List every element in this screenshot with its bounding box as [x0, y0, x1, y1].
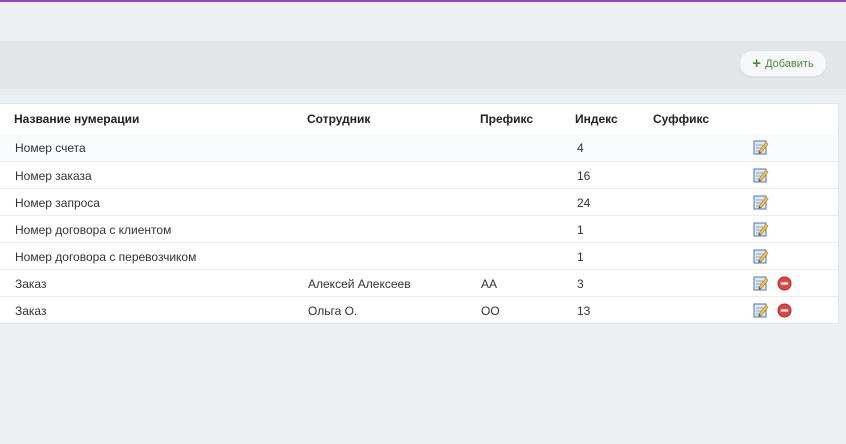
column-header-prefix[interactable]: Префикс: [480, 112, 533, 126]
numbering-table: Название нумерации Сотрудник Префикс Инд…: [0, 103, 839, 324]
edit-icon[interactable]: [753, 194, 769, 210]
column-header-name[interactable]: Название нумерации: [14, 112, 139, 126]
table-body: Номер счета 4 Номер заказа 16 Номер запроса 2…: [0, 134, 838, 323]
toolbar-shadow-band: [0, 89, 846, 95]
column-header-suffix[interactable]: Суффикс: [653, 112, 709, 126]
table-row: Номер договора с клиентом 1: [0, 215, 838, 242]
plus-icon: +: [752, 55, 762, 72]
delete-icon[interactable]: [777, 276, 792, 291]
add-button-label: Добавить: [765, 57, 814, 70]
edit-icon[interactable]: [753, 167, 769, 183]
cell-name: Заказ: [15, 277, 47, 291]
cell-employee: Ольга О.: [308, 304, 358, 318]
cell-index: 16: [577, 169, 591, 183]
table-row: Номер договора с перевозчиком 1: [0, 242, 838, 269]
cell-index: 13: [577, 304, 591, 318]
edit-icon[interactable]: [753, 221, 769, 237]
table-row: Заказ Алексей Алексеев АА 3: [0, 269, 838, 296]
cell-name: Номер счета: [15, 141, 86, 155]
table-row: Заказ Ольга О. ОО 13: [0, 296, 838, 323]
edit-icon[interactable]: [753, 302, 769, 318]
cell-index: 4: [577, 141, 584, 155]
cell-name: Номер запроса: [15, 196, 100, 210]
table-row: Номер счета 4: [0, 134, 838, 161]
cell-employee: Алексей Алексеев: [308, 277, 411, 291]
cell-name: Номер договора с клиентом: [15, 223, 172, 237]
cell-prefix: ОО: [481, 304, 500, 318]
cell-prefix: АА: [481, 277, 498, 291]
edit-icon[interactable]: [753, 275, 769, 291]
table-row: Номер запроса 24: [0, 188, 838, 215]
delete-icon[interactable]: [777, 303, 792, 318]
cell-index: 1: [577, 250, 584, 264]
cell-name: Заказ: [15, 304, 47, 318]
edit-icon[interactable]: [753, 139, 769, 155]
column-header-index[interactable]: Индекс: [575, 112, 618, 126]
cell-index: 24: [577, 196, 591, 210]
table-row: Номер заказа 16: [0, 161, 838, 188]
cell-name: Номер договора с перевозчиком: [15, 250, 197, 264]
table-header: Название нумерации Сотрудник Префикс Инд…: [0, 104, 838, 134]
add-button[interactable]: + Добавить: [739, 50, 827, 77]
top-accent-bar: [0, 0, 846, 2]
edit-icon[interactable]: [753, 248, 769, 264]
toolbar: + Добавить: [0, 42, 846, 89]
cell-index: 1: [577, 223, 584, 237]
cell-name: Номер заказа: [15, 169, 92, 183]
cell-index: 3: [577, 277, 584, 291]
column-header-employee[interactable]: Сотрудник: [307, 112, 370, 126]
